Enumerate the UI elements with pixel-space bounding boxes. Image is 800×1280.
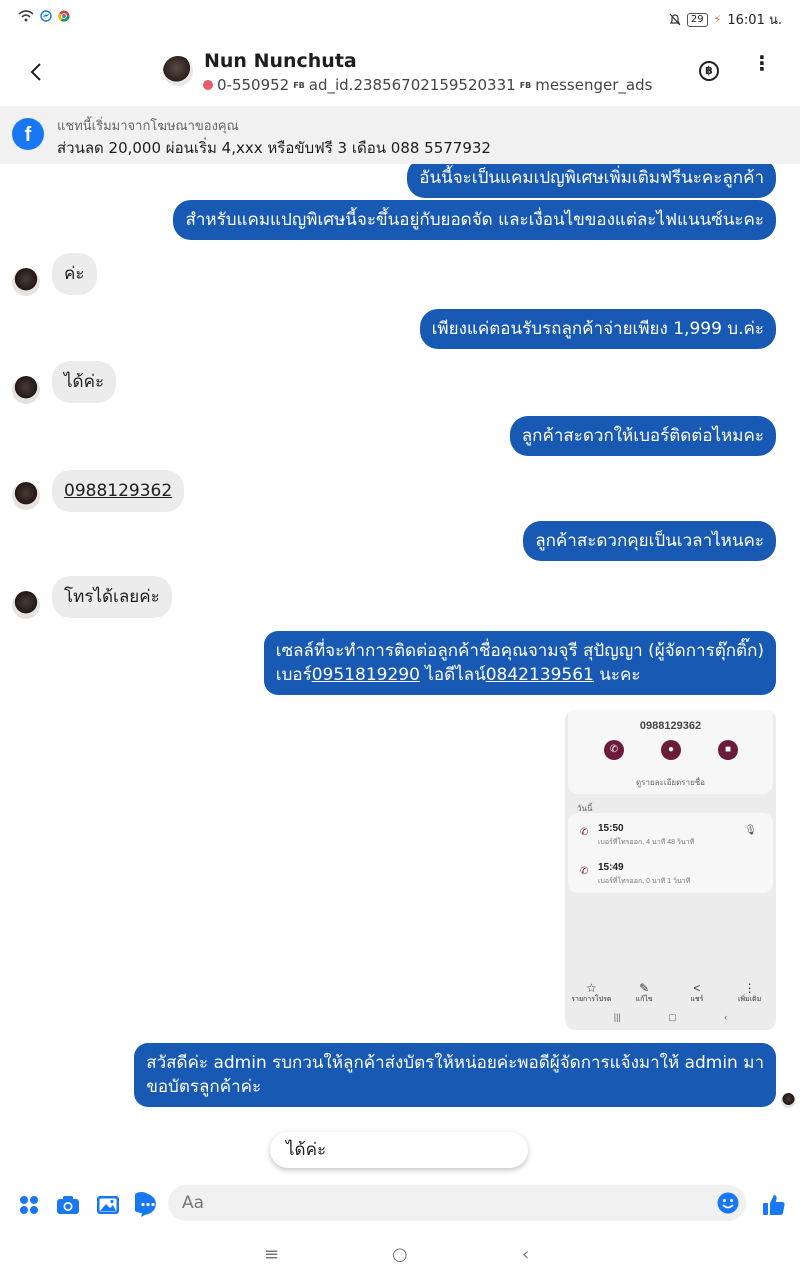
message-icon: ● bbox=[661, 740, 681, 760]
shot-contact-details: ดูรายละเอียดรายชื่อ bbox=[635, 778, 705, 787]
quick-reply-suggestion[interactable]: ได้ค่ะ bbox=[270, 1132, 528, 1168]
status-bar: 29 ⚡ 16:01 น. bbox=[0, 0, 800, 36]
shot-bottom-actions: ☆ รายการโปรด ✎ แก้ไข < แชร์ ⋮ เพิ่มเติม bbox=[565, 982, 776, 1005]
contact-name[interactable]: Nun Nunchuta bbox=[204, 50, 357, 72]
shot-nav-bar: ||| ▢ ‹ bbox=[613, 1012, 728, 1022]
message-incoming[interactable]: โทรได้เลยค่ะ bbox=[52, 576, 172, 618]
contact-subtitle: 0-550952 FB ad_id.23856702159520331 FB m… bbox=[203, 76, 652, 94]
call-time: 15:49 bbox=[598, 862, 624, 873]
gallery-icon[interactable] bbox=[95, 1192, 121, 1218]
read-receipt-avatar bbox=[781, 1093, 796, 1108]
message-incoming-phone-link[interactable]: 0988129362 bbox=[52, 470, 185, 512]
message-outgoing-admin[interactable]: สวัสดีค่ะ admin รบกวนให้ลูกค้าส่งบัตรให้… bbox=[134, 1043, 776, 1107]
phone-link[interactable]: 0951819290 bbox=[312, 665, 420, 685]
status-icons-left bbox=[18, 10, 70, 22]
call-desc: เบอร์ที่โทรออก, 4 นาที 48 วินาที bbox=[598, 839, 695, 846]
thumbs-up-icon[interactable] bbox=[761, 1192, 787, 1218]
call-desc: เบอร์ที่โทรออก, 0 นาที 1 วินาที bbox=[598, 878, 691, 885]
chat-header: Nun Nunchuta 0-550952 FB ad_id.238567021… bbox=[0, 36, 800, 106]
chrome-notification-icon bbox=[58, 10, 70, 22]
system-navigation-bar: ≡ ○ ‹ bbox=[0, 1232, 800, 1280]
image-attachment-call-log[interactable]: 0988129362 ✆ ● ■ ดูรายละเอียดรายชื่อ วัน… bbox=[565, 710, 776, 1030]
contact-avatar-small bbox=[12, 482, 40, 510]
recent-apps-icon[interactable]: ≡ bbox=[264, 1244, 279, 1265]
ad-source: messenger_ads bbox=[535, 76, 653, 94]
ad-banner-text: ส่วนลด 20,000 ผ่อนเริ่ม 4,xxx หรือขับฟรี… bbox=[57, 139, 491, 157]
shot-call-row: ✆ 15:50 เบอร์ที่โทรออก, 4 นาที 48 วินาที… bbox=[578, 817, 763, 847]
chat-bubble-icon[interactable] bbox=[135, 1192, 161, 1218]
contact-avatar-small bbox=[12, 268, 40, 296]
fb-tag: FB bbox=[293, 80, 305, 90]
more-options-icon[interactable]: ⋮ bbox=[752, 53, 772, 84]
ad-context-banner[interactable]: f แชทนี้เริ่มมาจากโฆษณาของคุณ ส่วนลด 20,… bbox=[0, 106, 800, 164]
message-input[interactable] bbox=[168, 1185, 746, 1221]
clock: 16:01 น. bbox=[727, 13, 782, 28]
more-icon: ⋮ bbox=[743, 981, 756, 995]
outgoing-call-icon: ✆ bbox=[580, 827, 589, 838]
message-line: ขอบัตรลูกค้าค่ะ bbox=[146, 1077, 262, 1097]
message-outgoing-sales-contact[interactable]: เซลล์ที่จะทำการติดต่อลูกค้าชื่อคุณจามจุร… bbox=[263, 631, 776, 695]
emoji-icon[interactable] bbox=[717, 1192, 739, 1214]
message-outgoing[interactable]: ลูกค้าสะดวกคุยเป็นเวลาไหนคะ bbox=[523, 521, 776, 561]
message-outgoing[interactable]: สำหรับแคมแปญพิเศษนี้จะขึ้นอยู่กับยอดจัด … bbox=[173, 200, 776, 240]
fb-tag-2: FB bbox=[519, 80, 532, 90]
shot-action-icons: ✆ ● ■ bbox=[604, 740, 738, 760]
mic-icon: 🎙 bbox=[744, 825, 757, 836]
shot-edit: ✎ แก้ไข bbox=[622, 982, 667, 1005]
shot-contact-card: 0988129362 ✆ ● ■ ดูรายละเอียดรายชื่อ bbox=[568, 710, 773, 794]
back-arrow-icon[interactable] bbox=[22, 58, 50, 86]
video-icon: ■ bbox=[718, 740, 738, 760]
message-composer bbox=[0, 1180, 800, 1228]
pencil-icon: ✎ bbox=[639, 981, 650, 995]
star-icon: ☆ bbox=[585, 981, 597, 995]
wifi-icon bbox=[18, 10, 34, 22]
ad-banner-caption: แชทนี้เริ่มมาจากโฆษณาของคุณ bbox=[57, 119, 239, 134]
shot-share: < แชร์ bbox=[674, 982, 719, 1005]
home-icon[interactable]: ○ bbox=[392, 1244, 408, 1265]
label-dot bbox=[203, 80, 213, 90]
shot-call-list: ✆ 15:50 เบอร์ที่โทรออก, 4 นาที 48 วินาที… bbox=[568, 813, 773, 893]
facebook-logo-icon: f bbox=[12, 118, 44, 150]
status-icons-right: 29 ⚡ 16:01 น. bbox=[669, 9, 782, 30]
nav-back-icon[interactable]: ‹ bbox=[522, 1244, 529, 1265]
share-icon: < bbox=[693, 981, 701, 995]
call-time: 15:50 bbox=[598, 823, 624, 834]
contact-phone: 0-550952 bbox=[217, 76, 290, 94]
message-thread[interactable]: อันนี้จะเป็นแคมเปญพิเศษเพิ่มเติมฟรีนะคะล… bbox=[0, 164, 800, 1180]
payment-icon[interactable]: ฿ bbox=[699, 61, 719, 81]
shot-favorite: ☆ รายการโปรด bbox=[569, 982, 614, 1005]
message-line: สวัสดีค่ะ admin รบกวนให้ลูกค้าส่งบัตรให้… bbox=[146, 1053, 764, 1073]
messenger-notification-icon bbox=[40, 10, 52, 22]
contact-avatar-small bbox=[12, 591, 40, 619]
message-outgoing[interactable]: เพียงแค่ตอนรับรถลูกค้าจ่ายเพียง 1,999 บ.… bbox=[419, 309, 776, 349]
camera-icon[interactable] bbox=[55, 1192, 81, 1218]
call-icon: ✆ bbox=[604, 740, 624, 760]
message-outgoing[interactable]: ลูกค้าสะดวกให้เบอร์ติดต่อไหมคะ bbox=[509, 416, 776, 456]
apps-menu-icon[interactable] bbox=[16, 1192, 42, 1218]
charging-icon: ⚡ bbox=[713, 13, 722, 26]
message-incoming[interactable]: ได้ค่ะ bbox=[52, 361, 117, 403]
ad-id: ad_id.23856702159520331 bbox=[308, 76, 516, 94]
message-outgoing[interactable]: อันนี้จะเป็นแคมเปญพิเศษเพิ่มเติมฟรีนะคะล… bbox=[407, 164, 776, 198]
mute-bell-icon bbox=[669, 13, 681, 26]
message-line: เซลล์ที่จะทำการติดต่อลูกค้าชื่อคุณจามจุร… bbox=[275, 641, 764, 661]
shot-phone-number: 0988129362 bbox=[639, 720, 702, 732]
shot-call-row: ✆ 15:49 เบอร์ที่โทรออก, 0 นาที 1 วินาที bbox=[578, 856, 763, 886]
message-incoming[interactable]: ค่ะ bbox=[52, 253, 97, 295]
shot-more: ⋮ เพิ่มเติม bbox=[727, 982, 772, 1005]
line-id-link[interactable]: 0842139561 bbox=[486, 665, 594, 685]
contact-avatar[interactable] bbox=[163, 56, 193, 86]
message-line: เบอร์0951819290 ไอดีไลน์0842139561 นะคะ bbox=[275, 665, 641, 685]
contact-avatar-small bbox=[12, 376, 40, 404]
outgoing-call-icon: ✆ bbox=[580, 866, 589, 877]
battery-level: 29 bbox=[686, 12, 708, 27]
